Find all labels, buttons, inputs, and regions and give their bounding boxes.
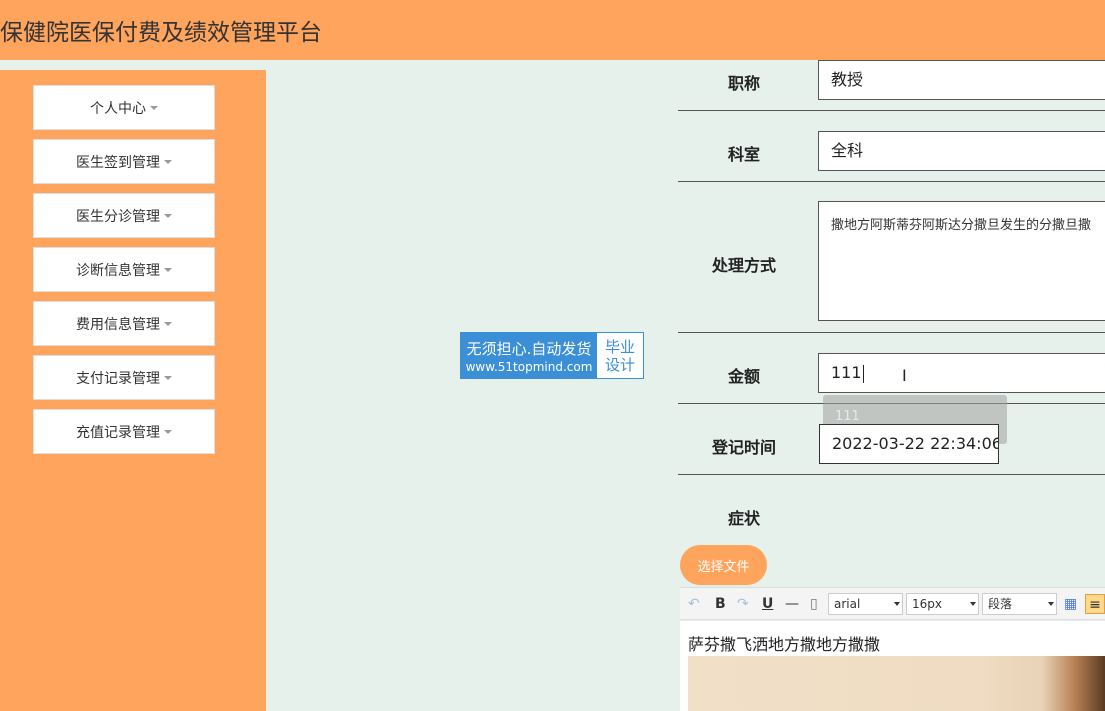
watermark-badge2: 设计	[604, 355, 635, 374]
sidebar-item-label: 医生分诊管理	[76, 208, 160, 225]
choose-file-button[interactable]: 选择文件	[680, 545, 767, 585]
font-family-select[interactable]: arial	[828, 593, 903, 615]
form-row-amount: 金额 111	[678, 333, 1105, 404]
sidebar-item-label: 个人中心	[90, 100, 146, 117]
caret-down-icon	[164, 267, 172, 272]
editor-toolbar: ↶ B ↷ U — ▯ arial 16px 段落 ▦ ≡	[680, 587, 1105, 620]
bold-button[interactable]: B	[715, 594, 726, 614]
form-row-method: 处理方式 撒地方阿斯蒂芬阿斯达分撒旦发生的分撒旦撒	[678, 182, 1105, 333]
sidebar-item-fee-info[interactable]: 费用信息管理	[33, 301, 215, 346]
top-header: 保健院医保付费及绩效管理平台	[0, 0, 1105, 60]
dropdown-arrow-icon	[970, 602, 976, 606]
caret-down-icon	[164, 429, 172, 434]
dept-label: 科室	[727, 145, 760, 164]
caret-down-icon	[164, 321, 172, 326]
watermark-line1: 无须担心.自动发货	[466, 339, 592, 358]
app-title: 保健院医保付费及绩效管理平台	[0, 20, 322, 46]
sidebar: 个人中心 医生签到管理 医生分诊管理 诊断信息管理 费用信息管理 支付记录管理 …	[0, 70, 266, 711]
form-row-dept: 科室 全科	[678, 111, 1105, 182]
text-cursor-icon: I	[902, 366, 907, 385]
watermark-logo: 无须担心.自动发货 www.51topmind.com 毕业 设计	[460, 332, 644, 379]
watermark-line2: www.51topmind.com	[465, 359, 593, 374]
time-label: 登记时间	[711, 438, 776, 457]
underline-button[interactable]: U	[762, 594, 773, 614]
page-icon[interactable]: ▯	[810, 594, 818, 614]
horizontal-rule-button[interactable]: —	[785, 594, 799, 614]
amount-label: 金额	[727, 367, 760, 386]
registration-time-input[interactable]: 2022-03-22 22:34:06	[819, 424, 999, 464]
title-input[interactable]: 教授	[818, 60, 1105, 100]
title-label: 职称	[727, 74, 760, 93]
sidebar-item-label: 费用信息管理	[76, 316, 160, 333]
sidebar-item-doctor-signin[interactable]: 医生签到管理	[33, 139, 215, 184]
text-cursor	[862, 364, 864, 383]
symptom-label: 症状	[727, 509, 760, 528]
embedded-image	[688, 656, 1105, 711]
sidebar-item-diagnosis-info[interactable]: 诊断信息管理	[33, 247, 215, 292]
dept-input[interactable]: 全科	[818, 131, 1105, 171]
form-row-title: 职称 教授	[678, 60, 1105, 111]
align-left-icon[interactable]: ≡	[1085, 594, 1105, 614]
sidebar-item-label: 医生签到管理	[76, 154, 160, 171]
watermark-badge1: 毕业	[604, 337, 635, 356]
sidebar-item-payment-records[interactable]: 支付记录管理	[33, 355, 215, 400]
caret-down-icon	[164, 213, 172, 218]
sidebar-item-label: 充值记录管理	[76, 424, 160, 441]
dropdown-arrow-icon	[1048, 602, 1054, 606]
font-size-select[interactable]: 16px	[906, 593, 979, 615]
caret-down-icon	[164, 159, 172, 164]
method-textarea[interactable]: 撒地方阿斯蒂芬阿斯达分撒旦发生的分撒旦撒	[818, 201, 1105, 321]
paragraph-select[interactable]: 段落	[982, 593, 1057, 615]
amount-input[interactable]: 111	[818, 353, 1105, 393]
caret-down-icon	[164, 375, 172, 380]
method-label: 处理方式	[711, 256, 776, 275]
dropdown-arrow-icon	[894, 602, 900, 606]
redo-icon[interactable]: ↷	[737, 594, 749, 614]
sidebar-item-personal-center[interactable]: 个人中心	[33, 85, 215, 130]
table-icon[interactable]: ▦	[1064, 594, 1077, 614]
caret-down-icon	[150, 105, 158, 110]
sidebar-item-recharge-records[interactable]: 充值记录管理	[33, 409, 215, 454]
sidebar-item-doctor-triage[interactable]: 医生分诊管理	[33, 193, 215, 238]
rich-text-editor[interactable]: 萨芬撒飞洒地方撒地方撒撒	[680, 621, 1105, 711]
editor-content: 萨芬撒飞洒地方撒地方撒撒	[688, 635, 881, 654]
sidebar-item-label: 支付记录管理	[76, 370, 160, 387]
undo-icon[interactable]: ↶	[688, 594, 700, 614]
sidebar-item-label: 诊断信息管理	[76, 262, 160, 279]
